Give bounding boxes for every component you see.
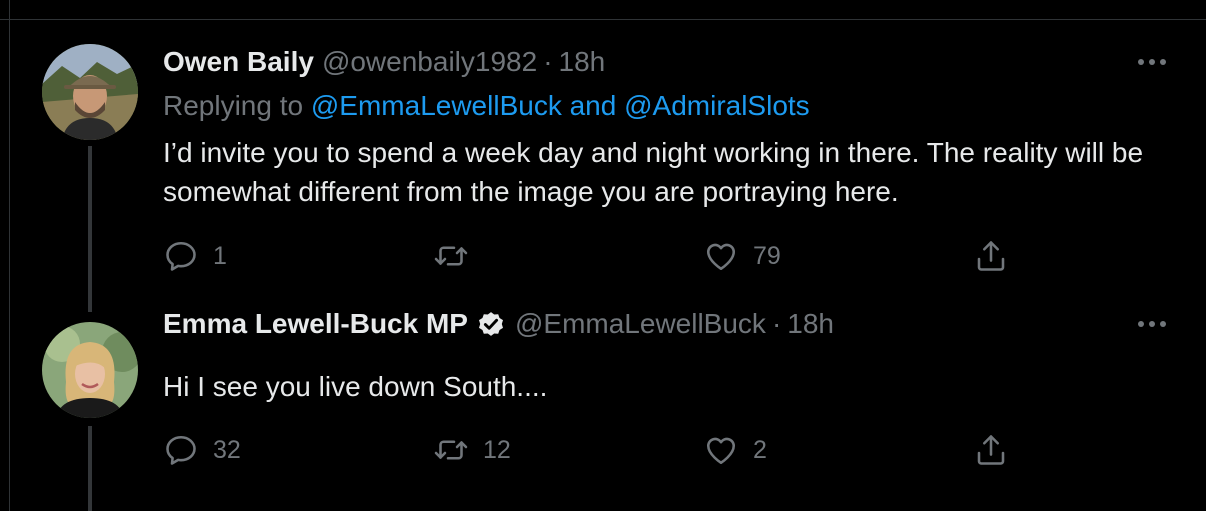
retweet-button[interactable] xyxy=(433,236,483,276)
tweet-actions: 32 12 2 xyxy=(163,430,1063,470)
share-button[interactable] xyxy=(973,236,1009,276)
separator: · xyxy=(771,308,782,339)
share-icon xyxy=(977,435,1005,465)
tweet-header: Emma Lewell-Buck MP @EmmaLewellBuck · 18… xyxy=(163,306,834,342)
top-divider xyxy=(0,0,1206,20)
more-options-button[interactable] xyxy=(1136,308,1168,340)
author-name[interactable]: Emma Lewell-Buck MP xyxy=(163,308,468,340)
avatar[interactable] xyxy=(42,322,138,418)
avatar[interactable] xyxy=(42,44,138,140)
tweet-header: Owen Baily @owenbaily1982 · 18h xyxy=(163,44,605,80)
retweet-count: 12 xyxy=(483,435,511,464)
retweet-icon xyxy=(434,440,468,460)
tweet-actions: 1 79 xyxy=(163,236,1063,276)
woman-blonde-avatar-icon xyxy=(42,322,138,418)
thread-connector xyxy=(88,426,92,511)
tweet-owen-baily[interactable]: Owen Baily @owenbaily1982 · 18h Replying… xyxy=(10,20,1206,312)
author-handle[interactable]: @EmmaLewellBuck xyxy=(515,308,766,340)
share-button[interactable] xyxy=(973,430,1009,470)
separator: · xyxy=(543,46,553,77)
more-options-button[interactable] xyxy=(1136,46,1168,78)
verified-badge-icon xyxy=(478,312,503,336)
author-handle[interactable]: @owenbaily1982 xyxy=(322,46,537,78)
replying-to-mentions[interactable]: @EmmaLewellBuck and @AdmiralSlots xyxy=(311,90,810,121)
like-button[interactable]: 2 xyxy=(703,430,767,470)
more-horizontal-icon xyxy=(1138,59,1166,65)
tweet-emma-lewell-buck[interactable]: Emma Lewell-Buck MP @EmmaLewellBuck · 18… xyxy=(10,302,1206,511)
heart-icon xyxy=(706,437,736,465)
like-button[interactable]: 79 xyxy=(703,236,781,276)
retweet-icon xyxy=(434,246,468,266)
man-with-hat-avatar-icon xyxy=(42,44,138,140)
replying-to-label: Replying to xyxy=(163,90,304,121)
heart-icon xyxy=(706,243,736,271)
timestamp[interactable]: 18h xyxy=(559,46,606,78)
more-horizontal-icon xyxy=(1138,321,1166,327)
tweet-text: I’d invite you to spend a week day and n… xyxy=(163,137,1144,207)
retweet-button[interactable]: 12 xyxy=(433,430,511,470)
reply-bubble-icon xyxy=(166,241,196,271)
reply-count: 32 xyxy=(213,435,241,464)
author-name[interactable]: Owen Baily xyxy=(163,46,314,78)
reply-button[interactable]: 1 xyxy=(163,236,227,276)
like-count: 79 xyxy=(753,241,781,270)
reply-button[interactable]: 32 xyxy=(163,430,241,470)
reply-count: 1 xyxy=(213,241,227,270)
like-count: 2 xyxy=(753,435,767,464)
timestamp[interactable]: 18h xyxy=(787,308,834,340)
share-icon xyxy=(977,241,1005,271)
reply-bubble-icon xyxy=(166,435,196,465)
replying-to: Replying to @EmmaLewellBuck and @Admiral… xyxy=(163,90,810,122)
tweet-text: Hi I see you live down South.... xyxy=(163,371,548,402)
thread-connector xyxy=(88,146,92,312)
